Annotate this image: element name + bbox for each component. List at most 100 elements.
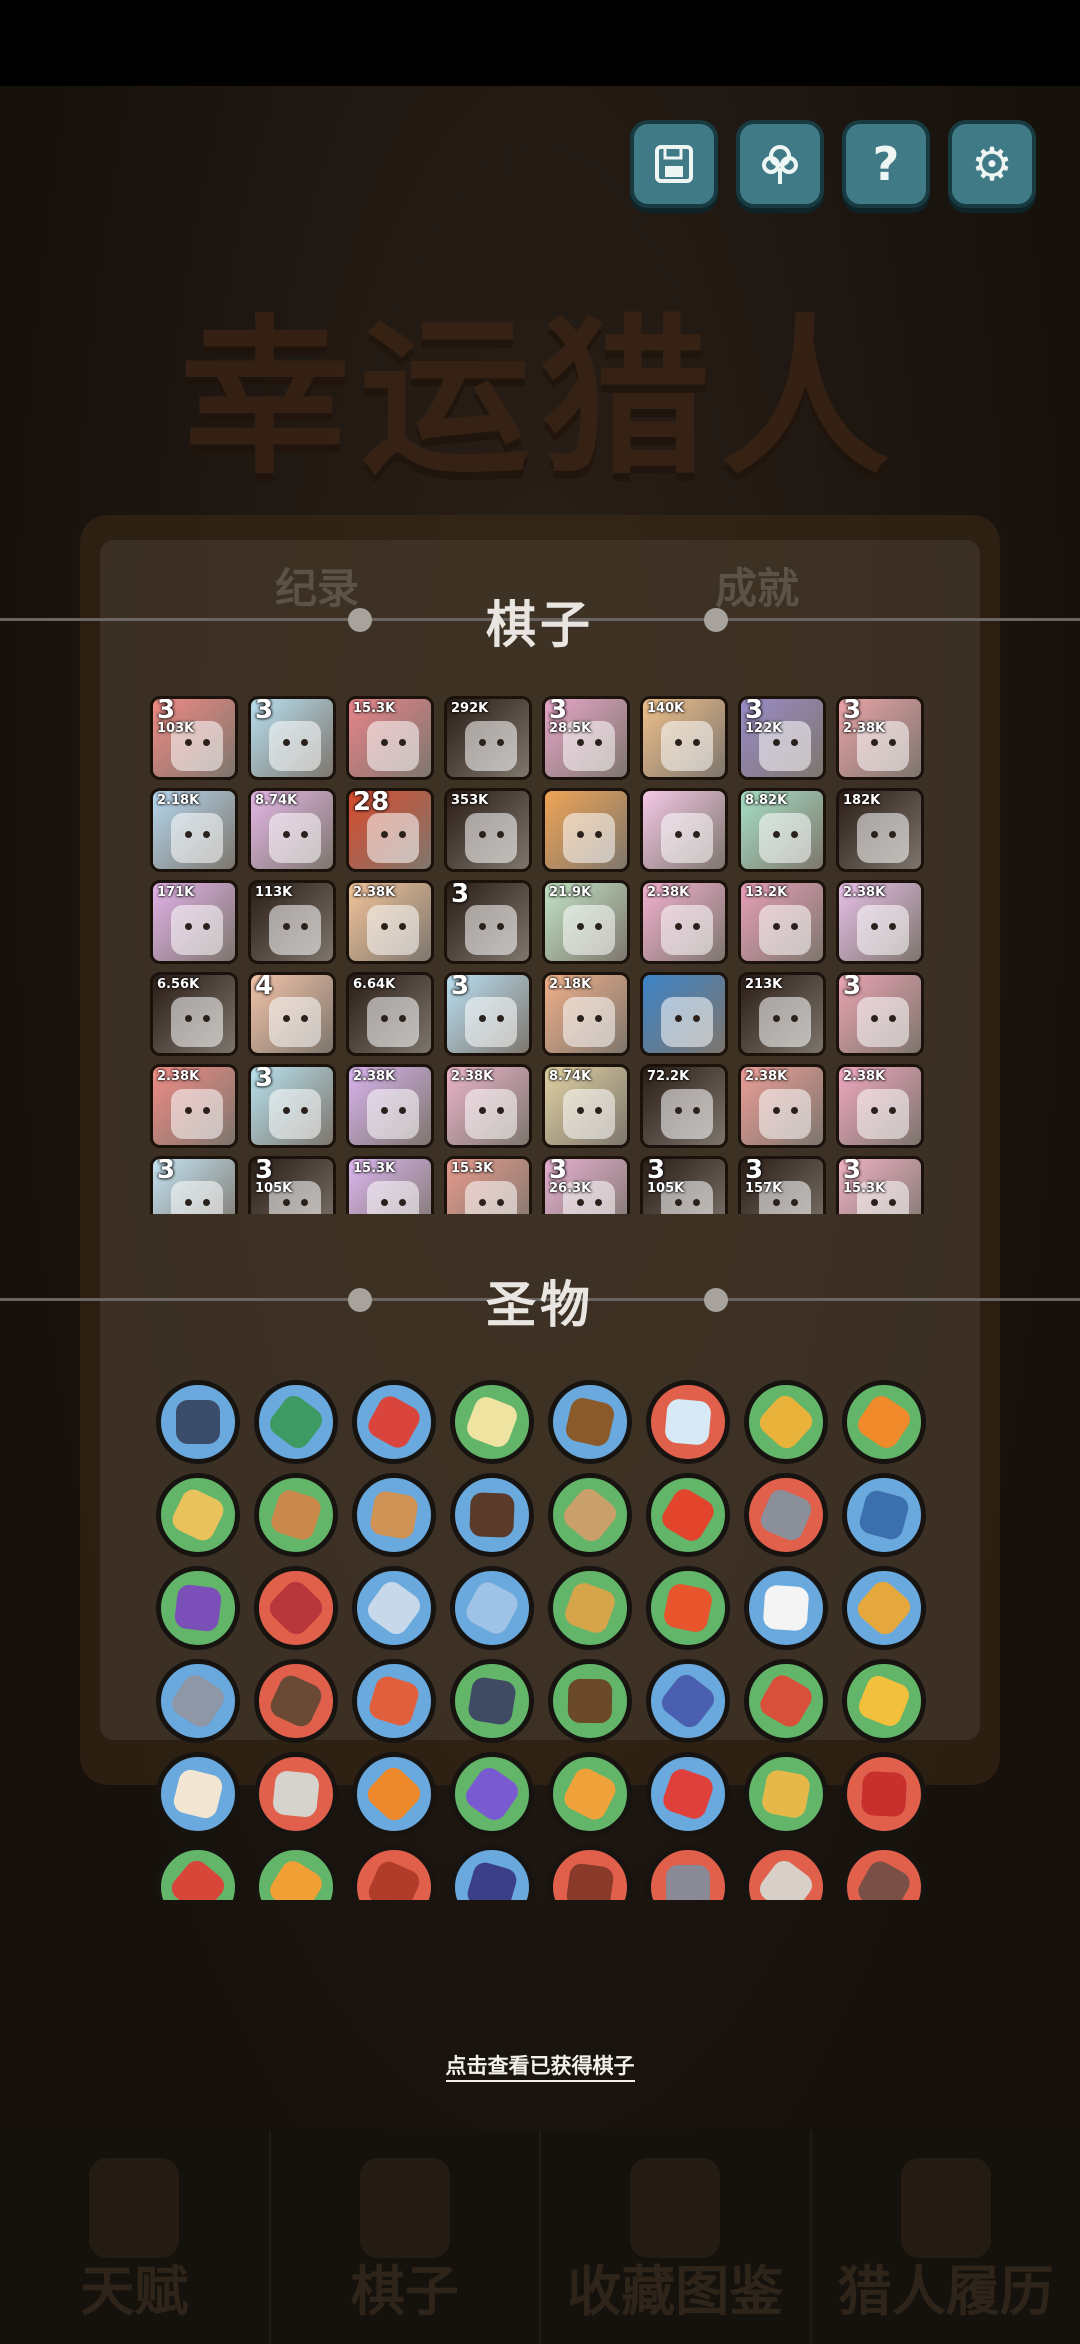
relic-item[interactable] [646, 1845, 730, 1900]
piece-tile[interactable]: 3 105K [640, 1156, 728, 1214]
relic-item[interactable] [254, 1380, 338, 1464]
relic-item[interactable] [744, 1659, 828, 1743]
relic-item[interactable] [744, 1845, 828, 1900]
relic-item[interactable] [450, 1566, 534, 1650]
relic-item[interactable] [450, 1380, 534, 1464]
piece-tile[interactable]: 3 [248, 696, 336, 780]
relic-item[interactable] [842, 1752, 926, 1836]
relic-item[interactable] [156, 1473, 240, 1557]
piece-tile[interactable]: 2.38K [836, 880, 924, 964]
piece-tile[interactable]: 21.9K [542, 880, 630, 964]
relic-item[interactable] [744, 1380, 828, 1464]
relic-item[interactable] [842, 1659, 926, 1743]
piece-tile[interactable]: 113K [248, 880, 336, 964]
relic-item[interactable] [548, 1473, 632, 1557]
relic-item[interactable] [646, 1473, 730, 1557]
piece-tile[interactable]: 8.74K [542, 1064, 630, 1148]
relic-item[interactable] [156, 1659, 240, 1743]
relic-item[interactable] [842, 1380, 926, 1464]
relic-item[interactable] [646, 1566, 730, 1650]
nav-item-pieces[interactable]: 棋子 [271, 2130, 541, 2344]
piece-tile[interactable]: 2.38K [346, 1064, 434, 1148]
view-obtained-pieces-link[interactable]: 点击查看已获得棋子 [0, 2050, 1080, 2082]
piece-tile[interactable]: 2.38K [346, 880, 434, 964]
relic-item[interactable] [842, 1845, 926, 1900]
piece-tile[interactable]: 2.38K [444, 1064, 532, 1148]
relic-item[interactable] [450, 1752, 534, 1836]
help-button[interactable]: ? [842, 120, 930, 208]
piece-tile[interactable]: 3 122K [738, 696, 826, 780]
relic-item[interactable] [352, 1473, 436, 1557]
relic-item[interactable] [548, 1566, 632, 1650]
piece-tile[interactable]: 15.3K [346, 696, 434, 780]
piece-tile[interactable]: 3 15.3K [836, 1156, 924, 1214]
relic-item[interactable] [156, 1380, 240, 1464]
relic-item[interactable] [254, 1752, 338, 1836]
piece-tile[interactable]: 3 [248, 1064, 336, 1148]
save-button[interactable] [630, 120, 718, 208]
piece-tile[interactable]: 15.3K [346, 1156, 434, 1214]
piece-tile[interactable]: 3 28.5K [542, 696, 630, 780]
relic-item[interactable] [646, 1659, 730, 1743]
piece-tile[interactable] [640, 788, 728, 872]
piece-tile[interactable]: 182K [836, 788, 924, 872]
piece-tile[interactable]: 2.38K [640, 880, 728, 964]
piece-tile[interactable]: 6.56K [150, 972, 238, 1056]
piece-tile[interactable]: 28 [346, 788, 434, 872]
relic-item[interactable] [450, 1659, 534, 1743]
piece-tile[interactable]: 3 103K [150, 696, 238, 780]
relic-item[interactable] [548, 1659, 632, 1743]
piece-tile[interactable]: 6.64K [346, 972, 434, 1056]
piece-tile[interactable]: 353K [444, 788, 532, 872]
relic-item[interactable] [450, 1845, 534, 1900]
piece-tile[interactable]: 3 2.38K [836, 696, 924, 780]
relic-item[interactable] [352, 1566, 436, 1650]
piece-tile[interactable]: 8.82K [738, 788, 826, 872]
nav-item-collection[interactable]: 收藏图鉴 [541, 2130, 812, 2344]
piece-tile[interactable]: 72.2K [640, 1064, 728, 1148]
relic-item[interactable] [352, 1380, 436, 1464]
tree-button[interactable] [736, 120, 824, 208]
piece-tile[interactable]: 292K [444, 696, 532, 780]
relic-item[interactable] [744, 1752, 828, 1836]
piece-tile[interactable]: 2.38K [150, 1064, 238, 1148]
piece-tile[interactable]: 3 [150, 1156, 238, 1214]
nav-item-history[interactable]: 猎人履历 [812, 2130, 1080, 2344]
relic-item[interactable] [646, 1380, 730, 1464]
piece-tile[interactable]: 3 26.3K [542, 1156, 630, 1214]
relic-item[interactable] [254, 1659, 338, 1743]
relic-item[interactable] [744, 1566, 828, 1650]
relic-item[interactable] [352, 1845, 436, 1900]
piece-tile[interactable]: 213K [738, 972, 826, 1056]
piece-tile[interactable]: 4 [248, 972, 336, 1056]
piece-tile[interactable]: 13.2K [738, 880, 826, 964]
relic-item[interactable] [646, 1752, 730, 1836]
piece-tile[interactable]: 3 [444, 880, 532, 964]
piece-tile[interactable]: 15.3K [444, 1156, 532, 1214]
relic-item[interactable] [156, 1845, 240, 1900]
piece-tile[interactable]: 3 [444, 972, 532, 1056]
relic-item[interactable] [156, 1752, 240, 1836]
piece-tile[interactable]: 3 105K [248, 1156, 336, 1214]
piece-tile[interactable]: 3 [836, 972, 924, 1056]
relic-item[interactable] [352, 1752, 436, 1836]
relic-item[interactable] [254, 1845, 338, 1900]
piece-tile[interactable] [640, 972, 728, 1056]
relic-item[interactable] [548, 1752, 632, 1836]
relic-item[interactable] [254, 1566, 338, 1650]
relic-item[interactable] [548, 1845, 632, 1900]
piece-tile[interactable]: 140K [640, 696, 728, 780]
piece-tile[interactable]: 2.18K [542, 972, 630, 1056]
relic-item[interactable] [842, 1566, 926, 1650]
piece-tile[interactable]: 2.38K [738, 1064, 826, 1148]
nav-item-talent[interactable]: 天赋 [0, 2130, 271, 2344]
relic-item[interactable] [254, 1473, 338, 1557]
relic-item[interactable] [548, 1380, 632, 1464]
relic-item[interactable] [744, 1473, 828, 1557]
piece-tile[interactable]: 2.18K [150, 788, 238, 872]
settings-button[interactable]: ⚙ [948, 120, 1036, 208]
piece-tile[interactable]: 8.74K [248, 788, 336, 872]
relic-item[interactable] [352, 1659, 436, 1743]
piece-tile[interactable]: 171K [150, 880, 238, 964]
piece-tile[interactable] [542, 788, 630, 872]
